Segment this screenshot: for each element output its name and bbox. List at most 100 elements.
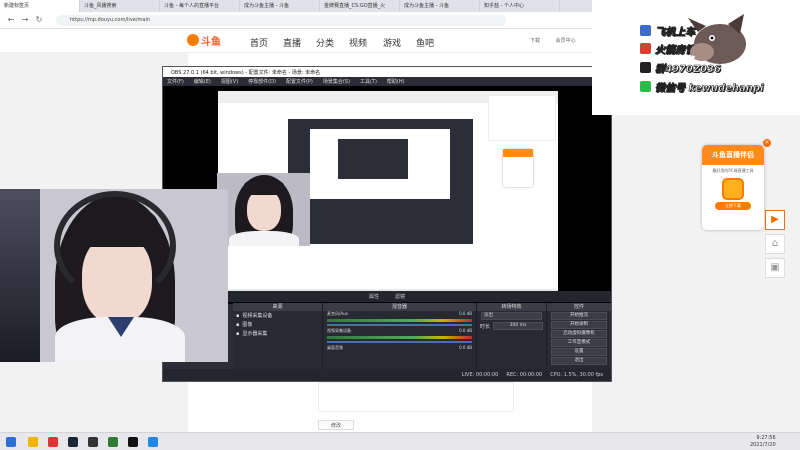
- overlay-line: 微信号 kewudehanpi: [640, 78, 764, 94]
- windows-start-icon[interactable]: [6, 437, 16, 447]
- douyu-logo[interactable]: 斗鱼: [187, 33, 243, 48]
- app-icon[interactable]: [128, 437, 138, 447]
- browser-tab[interactable]: 成为斗鱼主播 - 斗鱼: [240, 0, 320, 12]
- webcam-feed: [0, 189, 228, 362]
- member-center-link[interactable]: 会员中心: [556, 38, 576, 44]
- menu-item[interactable]: 场景集合(S): [323, 78, 350, 85]
- browser-tab[interactable]: 成为斗鱼主播 - 斗鱼: [400, 0, 480, 12]
- obs-menubar: 文件(F) 编辑(E) 视图(V) 停靠部件(D) 配置文件(P) 场景集合(S…: [163, 77, 611, 86]
- menu-item[interactable]: 工具(T): [360, 78, 377, 85]
- reload-icon[interactable]: ↻: [34, 15, 44, 25]
- browser-tab[interactable]: 金牌赛直播_CS:GO直播_火: [320, 0, 400, 12]
- nav-category[interactable]: 分类: [316, 36, 334, 49]
- home-icon[interactable]: ⌂: [765, 234, 785, 254]
- site-header: 斗鱼 首页 直播 分类 视频 游戏 鱼吧 下载 会员中心: [0, 29, 592, 53]
- exit-button[interactable]: 退出: [551, 357, 607, 365]
- duration-input[interactable]: 300 ms: [493, 322, 543, 330]
- browser-tab[interactable]: 知乎盐 - 个人中心: [480, 0, 560, 12]
- volume-slider[interactable]: [327, 324, 472, 326]
- duration-row: 时长 300 ms: [477, 321, 546, 331]
- rocket-icon: [640, 42, 651, 54]
- browser-tab[interactable]: 斗鱼 - 每个人的直播平台: [160, 0, 240, 12]
- rec-timer: REC: 00:00:00: [506, 372, 543, 378]
- promo-title: 斗鱼直播伴侣: [702, 145, 764, 165]
- filters-button[interactable]: 滤镜: [395, 293, 405, 302]
- menu-item[interactable]: 配置文件(P): [286, 78, 313, 85]
- dock-title: 转场特效: [477, 303, 546, 311]
- promo-download-button[interactable]: 立即下载: [715, 202, 751, 210]
- mixer-channel-label: 视频采集设备 0.0 dB: [327, 328, 472, 333]
- menu-item[interactable]: 文件(F): [167, 78, 184, 85]
- back-icon[interactable]: ←: [6, 15, 16, 25]
- source-item[interactable]: ▪ 显示器采集: [233, 329, 322, 338]
- system-clock[interactable]: 9:27:56 2021/7/20: [750, 435, 776, 449]
- windows-taskbar: 9:27:56 2021/7/20: [0, 432, 800, 450]
- menu-item[interactable]: 停靠部件(D): [248, 78, 276, 85]
- start-recording-button[interactable]: 开始录制: [551, 321, 607, 329]
- microphone: [0, 189, 40, 362]
- app-icon: [722, 178, 744, 200]
- start-streaming-button[interactable]: 开始推流: [551, 312, 607, 320]
- camera-icon: ▪: [236, 312, 240, 319]
- promo-desc: 最好用的PC端直播工具: [712, 168, 754, 173]
- nested-promo: [503, 149, 533, 187]
- url-input[interactable]: https://mp.douyu.com/live/main: [56, 15, 506, 26]
- forward-icon[interactable]: →: [20, 15, 30, 25]
- close-icon[interactable]: ×: [763, 139, 771, 147]
- nested-overlay: [488, 95, 556, 141]
- app-icon[interactable]: [48, 437, 58, 447]
- modify-button[interactable]: 修改: [318, 420, 354, 430]
- live-timer: LIVE: 00:00:00: [461, 372, 499, 378]
- logo-text: 斗鱼: [201, 37, 221, 48]
- nav-games[interactable]: 游戏: [383, 36, 401, 49]
- dock-title: 来源: [233, 303, 322, 311]
- browser-tab[interactable]: 新建标签页: [0, 0, 80, 12]
- play-icon[interactable]: ▶: [765, 210, 785, 230]
- boar-mascot-icon: [685, 14, 746, 64]
- edge-icon[interactable]: [148, 437, 158, 447]
- nav-video[interactable]: 视频: [349, 36, 367, 49]
- controls-dock: 控件 开始推流 开始录制 启动虚拟摄像机 工作室模式 设置 退出: [547, 303, 611, 369]
- source-item[interactable]: ▪ 视频采集设备: [233, 311, 322, 320]
- companion-app-promo[interactable]: 斗鱼直播伴侣 最好用的PC端直播工具 立即下载: [702, 145, 764, 230]
- sources-dock: 来源 ▪ 视频采集设备 ▪ 图像 ▪ 显示器采集: [233, 303, 323, 369]
- image-icon: ▪: [236, 321, 240, 328]
- screen-icon[interactable]: ▣: [765, 258, 785, 278]
- dock-title: 混音器: [323, 303, 476, 311]
- file-explorer-icon[interactable]: [28, 437, 38, 447]
- nav-home[interactable]: 首页: [250, 36, 268, 49]
- browser-tab[interactable]: 斗鱼_风播搜索: [80, 0, 160, 12]
- mixer-dock: 混音器 麦克风/Aux 0.0 dB 视频采集设备 0.0 dB 桌面音频 0.…: [323, 303, 477, 369]
- menu-item[interactable]: 视图(V): [221, 78, 238, 85]
- nested-obs-window: [288, 119, 473, 244]
- wechat-icon: [640, 80, 651, 92]
- qq-icon: [640, 61, 651, 73]
- obs-icon[interactable]: [88, 437, 98, 447]
- obs-titlebar: OBS 27.0.1 (64 bit, windows) - 配置文件: 未命名…: [163, 67, 611, 77]
- volume-slider[interactable]: [327, 341, 472, 343]
- obs-statusbar: LIVE: 00:00:00 REC: 00:00:00 CPU: 1.5%, …: [163, 369, 611, 381]
- webcam-preview-small: [217, 173, 310, 246]
- content-panel: [318, 382, 514, 412]
- app-icon[interactable]: [108, 437, 118, 447]
- download-link[interactable]: 下载: [530, 38, 540, 44]
- stream-info-overlay: 飞机上车 火箭房管 群4970Z036 微信号 kewudehanpi: [592, 0, 800, 115]
- source-item[interactable]: ▪ 图像: [233, 320, 322, 329]
- monitor-icon: ▪: [236, 330, 240, 337]
- mixer-channel-label: 桌面音频 0.0 dB: [327, 345, 472, 350]
- studio-mode-button[interactable]: 工作室模式: [551, 339, 607, 347]
- virtual-camera-button[interactable]: 启动虚拟摄像机: [551, 330, 607, 338]
- nav-live[interactable]: 直播: [283, 36, 301, 49]
- steam-icon[interactable]: [68, 437, 78, 447]
- audio-meter: [327, 336, 472, 339]
- nav-fishbar[interactable]: 鱼吧: [416, 36, 434, 49]
- properties-button[interactable]: 属性: [369, 293, 379, 302]
- transition-select[interactable]: 淡出: [481, 312, 542, 320]
- settings-button[interactable]: 设置: [551, 348, 607, 356]
- menu-item[interactable]: 编辑(E): [194, 78, 211, 85]
- cpu-fps: CPU: 1.5%, 30.00 fps: [550, 372, 603, 378]
- transitions-dock: 转场特效 淡出 时长 300 ms: [477, 303, 547, 369]
- menu-item[interactable]: 帮助(H): [387, 78, 405, 85]
- mixer-channel-label: 麦克风/Aux 0.0 dB: [327, 311, 472, 316]
- header-right: 下载 会员中心: [530, 37, 576, 44]
